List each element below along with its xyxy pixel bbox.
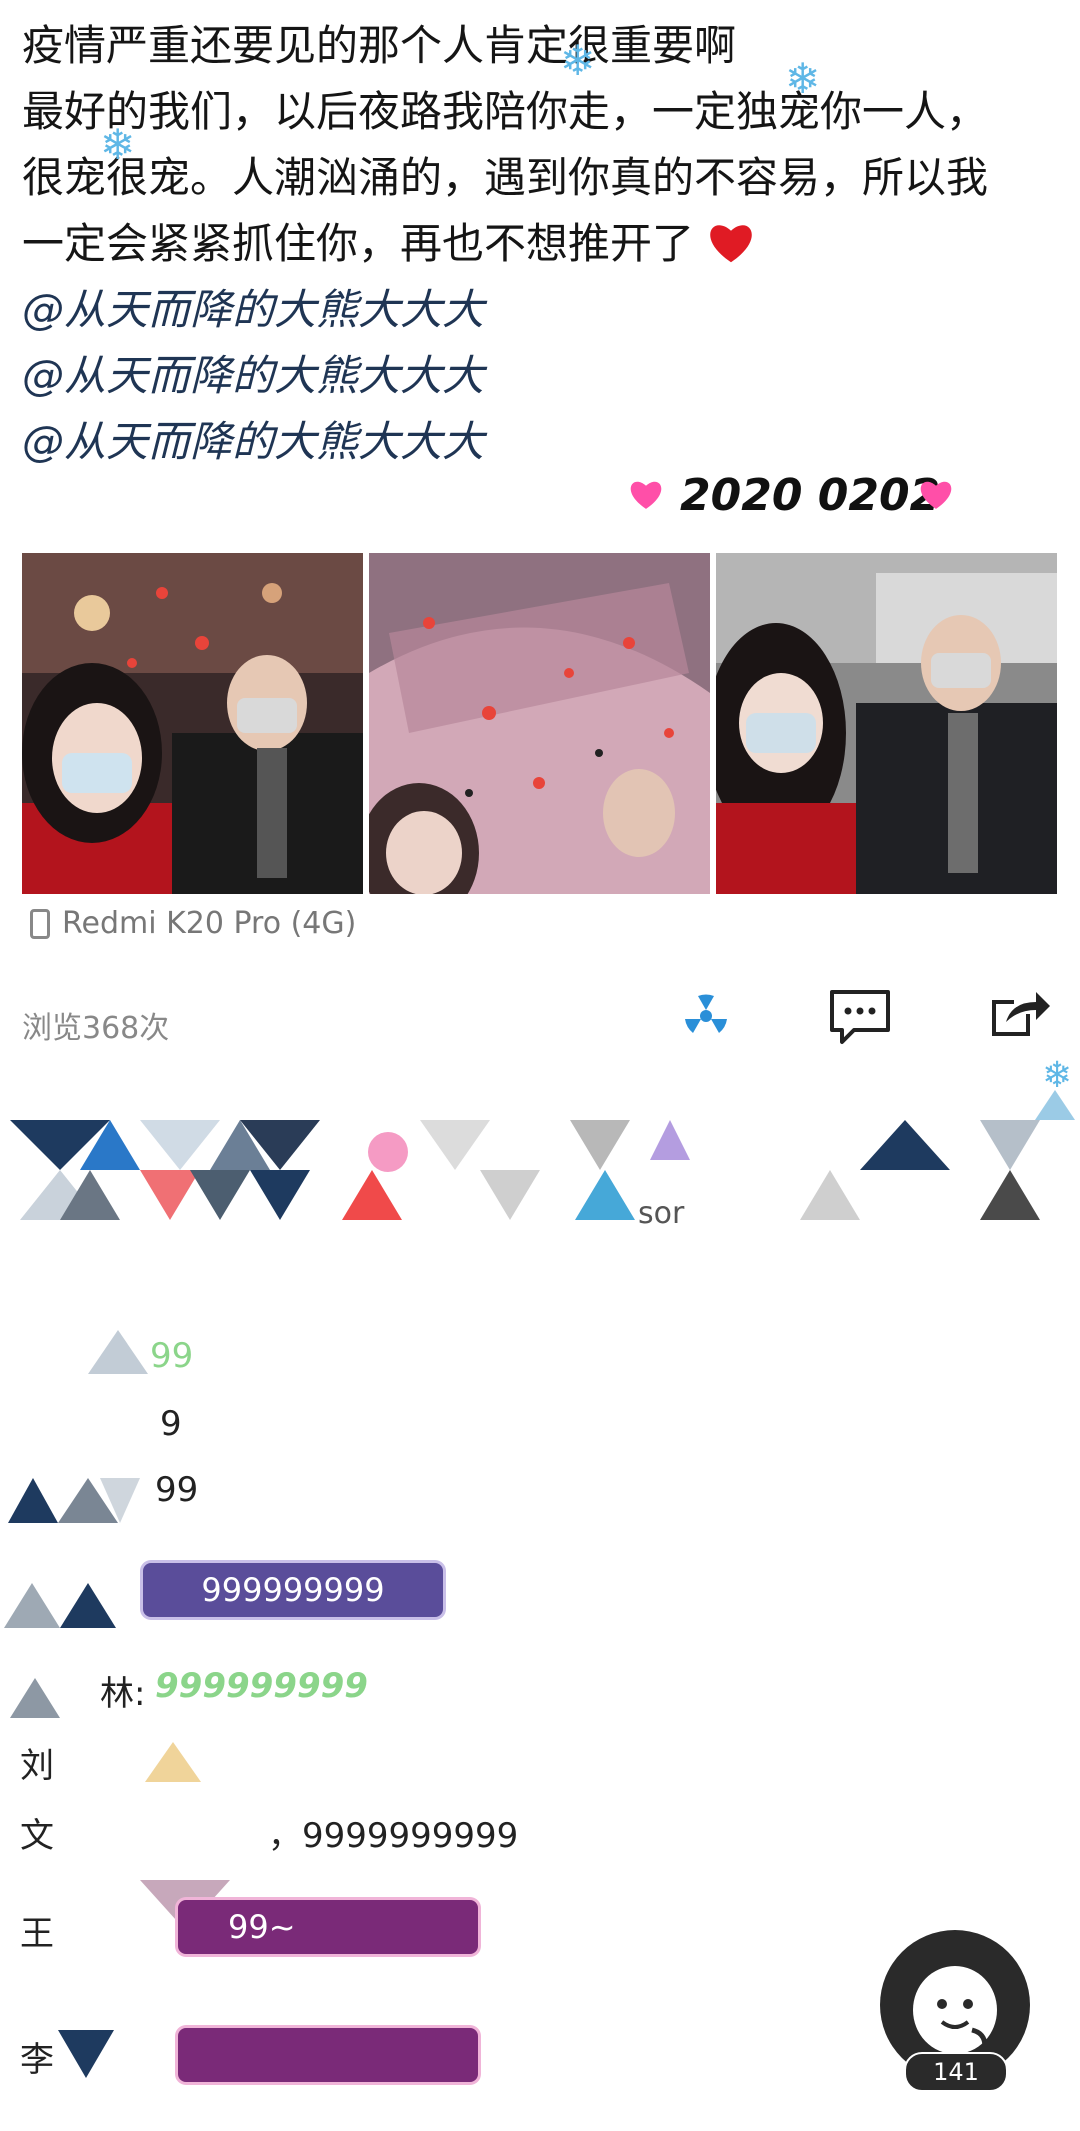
snowflake-icon: ❄ <box>560 36 596 85</box>
device-label: Redmi K20 Pro (4G) <box>62 906 357 941</box>
comment-name-7: 文 <box>20 1816 54 1856</box>
snowflake-icon: ❄ <box>785 54 821 103</box>
comment-name-8: 王 <box>20 1914 54 1954</box>
mention-link-3[interactable]: @从天而降的大熊大大大 <box>22 410 484 474</box>
comment-icon[interactable] <box>828 988 892 1048</box>
comment-text-2: 9 <box>160 1404 182 1444</box>
post-date: 2020 0202 <box>680 470 941 521</box>
snowflake-icon: ❄ <box>1042 1055 1073 1096</box>
mention-link-1[interactable]: @从天而降的大熊大大大 <box>22 278 484 342</box>
device-info: Redmi K20 Pro (4G) <box>30 906 356 941</box>
comment-text-7: ，9999999999 <box>268 1816 519 1856</box>
phone-icon <box>30 908 50 939</box>
comment-badge-8: 99~ <box>178 1900 478 1954</box>
comment-badge-9 <box>178 2028 478 2082</box>
post-text-line-3: 很宠很宠。人潮汹涌的，遇到你真的不容易，所以我 <box>22 153 989 202</box>
comment-text-5: 999999999 <box>155 1666 368 1706</box>
radiation-icon[interactable] <box>678 988 734 1044</box>
post-text-line-4: 一定会紧紧抓住你，再也不想推开了 <box>22 212 755 276</box>
liker-name-partial: sor <box>638 1196 685 1231</box>
comment-text-1: 99 <box>150 1336 194 1376</box>
mention-link-2[interactable]: @从天而降的大熊大大大 <box>22 344 484 408</box>
comment-name-6: 刘 <box>20 1746 54 1786</box>
floating-count-badge: 141 <box>904 2052 1008 2092</box>
comment-name-9: 李 <box>20 2040 54 2080</box>
pink-heart-icon <box>630 481 662 509</box>
snowflake-icon: ❄ <box>100 120 136 169</box>
post-text-line-4-content: 一定会紧紧抓住你，再也不想推开了 <box>22 219 695 268</box>
post-text-line-1: 疫情严重还要见的那个人肯定很重要啊 <box>22 21 737 70</box>
comment-text-3: 99 <box>155 1470 199 1510</box>
post-photo-1[interactable] <box>22 553 363 894</box>
red-heart-icon <box>710 225 753 263</box>
share-icon[interactable] <box>988 988 1054 1046</box>
post-photo-2[interactable] <box>369 553 710 894</box>
post-photo-3[interactable] <box>716 553 1057 894</box>
pink-heart-icon <box>920 481 952 509</box>
comment-name-5: 林: <box>100 1674 146 1714</box>
comment-badge-4: 999999999 <box>143 1563 443 1617</box>
likers-row: sor <box>0 1090 1080 1231</box>
avatar[interactable] <box>366 1130 410 1174</box>
post-text-line-2: 最好的我们，以后夜路我陪你走，一定独宠你一人， <box>22 87 989 136</box>
view-count: 浏览368次 <box>22 1011 170 1046</box>
